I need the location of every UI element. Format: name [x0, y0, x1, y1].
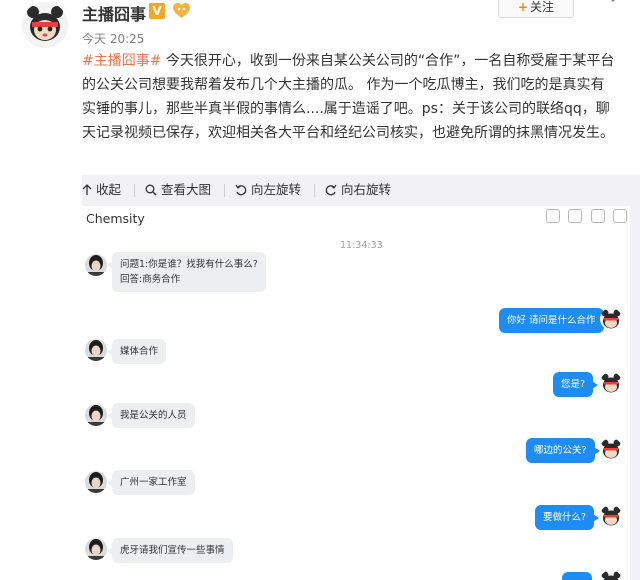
chat-screenshot: Chemsity 11:34:33 问题1:你是谁？找我有什么事么? 回答:商务合… [82, 206, 630, 580]
message-bubble: 您是? [553, 372, 599, 397]
post-timestamp[interactable]: 今天 20:25 [82, 30, 144, 47]
follow-plus-icon: + [517, 0, 529, 14]
message-bubble: 哪边的公关? [526, 438, 600, 463]
search-icon [145, 184, 157, 196]
toolbar-divider [224, 184, 225, 197]
media-toolbar: 收起 查看大图 向左旋转 向右旋转 [82, 175, 640, 205]
follow-label: 关注 [530, 0, 555, 14]
self-avatar [600, 570, 622, 580]
contact-avatar [85, 538, 107, 560]
chat-window-icon [568, 209, 582, 223]
follow-button[interactable]: + 关注 [498, 0, 574, 18]
message-line: 哪边的公关? [534, 445, 587, 456]
message-line: 回答:商务合作 [120, 274, 181, 285]
self-avatar [600, 372, 622, 394]
chat-window-icon [613, 209, 627, 223]
message-bubble: 问题1:你是谁？找我有什么事么? 回答:商务合作 [107, 252, 266, 292]
more-icon[interactable] [606, 0, 620, 6]
contact-avatar [85, 471, 107, 493]
message-line: 你好 请问是什么合作 [507, 315, 596, 326]
message-bubble: 媒体合作 [106, 339, 167, 364]
toolbar-divider [134, 184, 135, 197]
message-line: 媒体合作 [120, 346, 159, 357]
collapse-arrow-icon [82, 184, 92, 195]
message-line: 广州一家工作室 [120, 477, 187, 488]
post-text: #主播囧事# 今天很开心，收到一份来自某公关公司的“合作”，一名自称受雇于某平台… [82, 49, 618, 145]
chat-title: Chemsity [86, 211, 145, 226]
collapse-label: 收起 [96, 182, 122, 197]
user-avatar[interactable] [22, 2, 68, 48]
chat-window-icon [591, 209, 605, 223]
message-bubble: 广州一家工作室 [107, 470, 195, 495]
message-bubble: 我是公关的人员 [107, 403, 195, 428]
message-bubble-partial [562, 572, 592, 580]
rotate-left-label: 向左旋转 [251, 182, 302, 197]
media-panel: 收起 查看大图 向左旋转 向右旋转 Chemsity 11:34:33 问题1:… [82, 175, 640, 580]
chat-window-icon [546, 209, 560, 223]
rotate-right-button[interactable]: 向右旋转 [325, 182, 391, 198]
username[interactable]: 主播囧事 [82, 1, 146, 25]
view-large-label: 查看大图 [161, 182, 212, 197]
verified-icon: V [149, 3, 165, 19]
toolbar-divider [314, 184, 315, 197]
chat-time: 11:34:33 [340, 240, 383, 251]
message-line: 您是? [561, 379, 586, 390]
message-bubble: 你好 请问是什么合作 [499, 308, 609, 333]
hashtag-link[interactable]: #主播囧事# [82, 53, 161, 69]
message-line: 我是公关的人员 [120, 410, 187, 421]
rotate-left-icon [235, 184, 247, 196]
message-line: 要做什么? [543, 512, 587, 523]
rotate-left-button[interactable]: 向左旋转 [235, 182, 301, 198]
message-line: 问题1:你是谁？找我有什么事么? [120, 259, 258, 270]
fans-badge-icon[interactable] [172, 2, 191, 19]
post-body: 今天很开心，收到一份来自某公关公司的“合作”，一名自称受雇于某平台的公关公司想要… [82, 53, 615, 141]
self-avatar [600, 505, 622, 527]
rotate-right-icon [325, 184, 337, 196]
view-large-button[interactable]: 查看大图 [145, 182, 211, 198]
contact-avatar [85, 339, 107, 361]
message-bubble: 要做什么? [535, 505, 600, 530]
collapse-button[interactable]: 收起 [82, 182, 121, 198]
self-avatar [600, 438, 622, 460]
message-bubble: 虎牙请我们宣传一些事情 [107, 538, 233, 563]
rotate-right-label: 向右旋转 [341, 182, 392, 197]
self-avatar [600, 308, 622, 330]
message-line: 虎牙请我们宣传一些事情 [120, 545, 225, 556]
contact-avatar [85, 404, 107, 426]
contact-avatar [85, 254, 107, 276]
